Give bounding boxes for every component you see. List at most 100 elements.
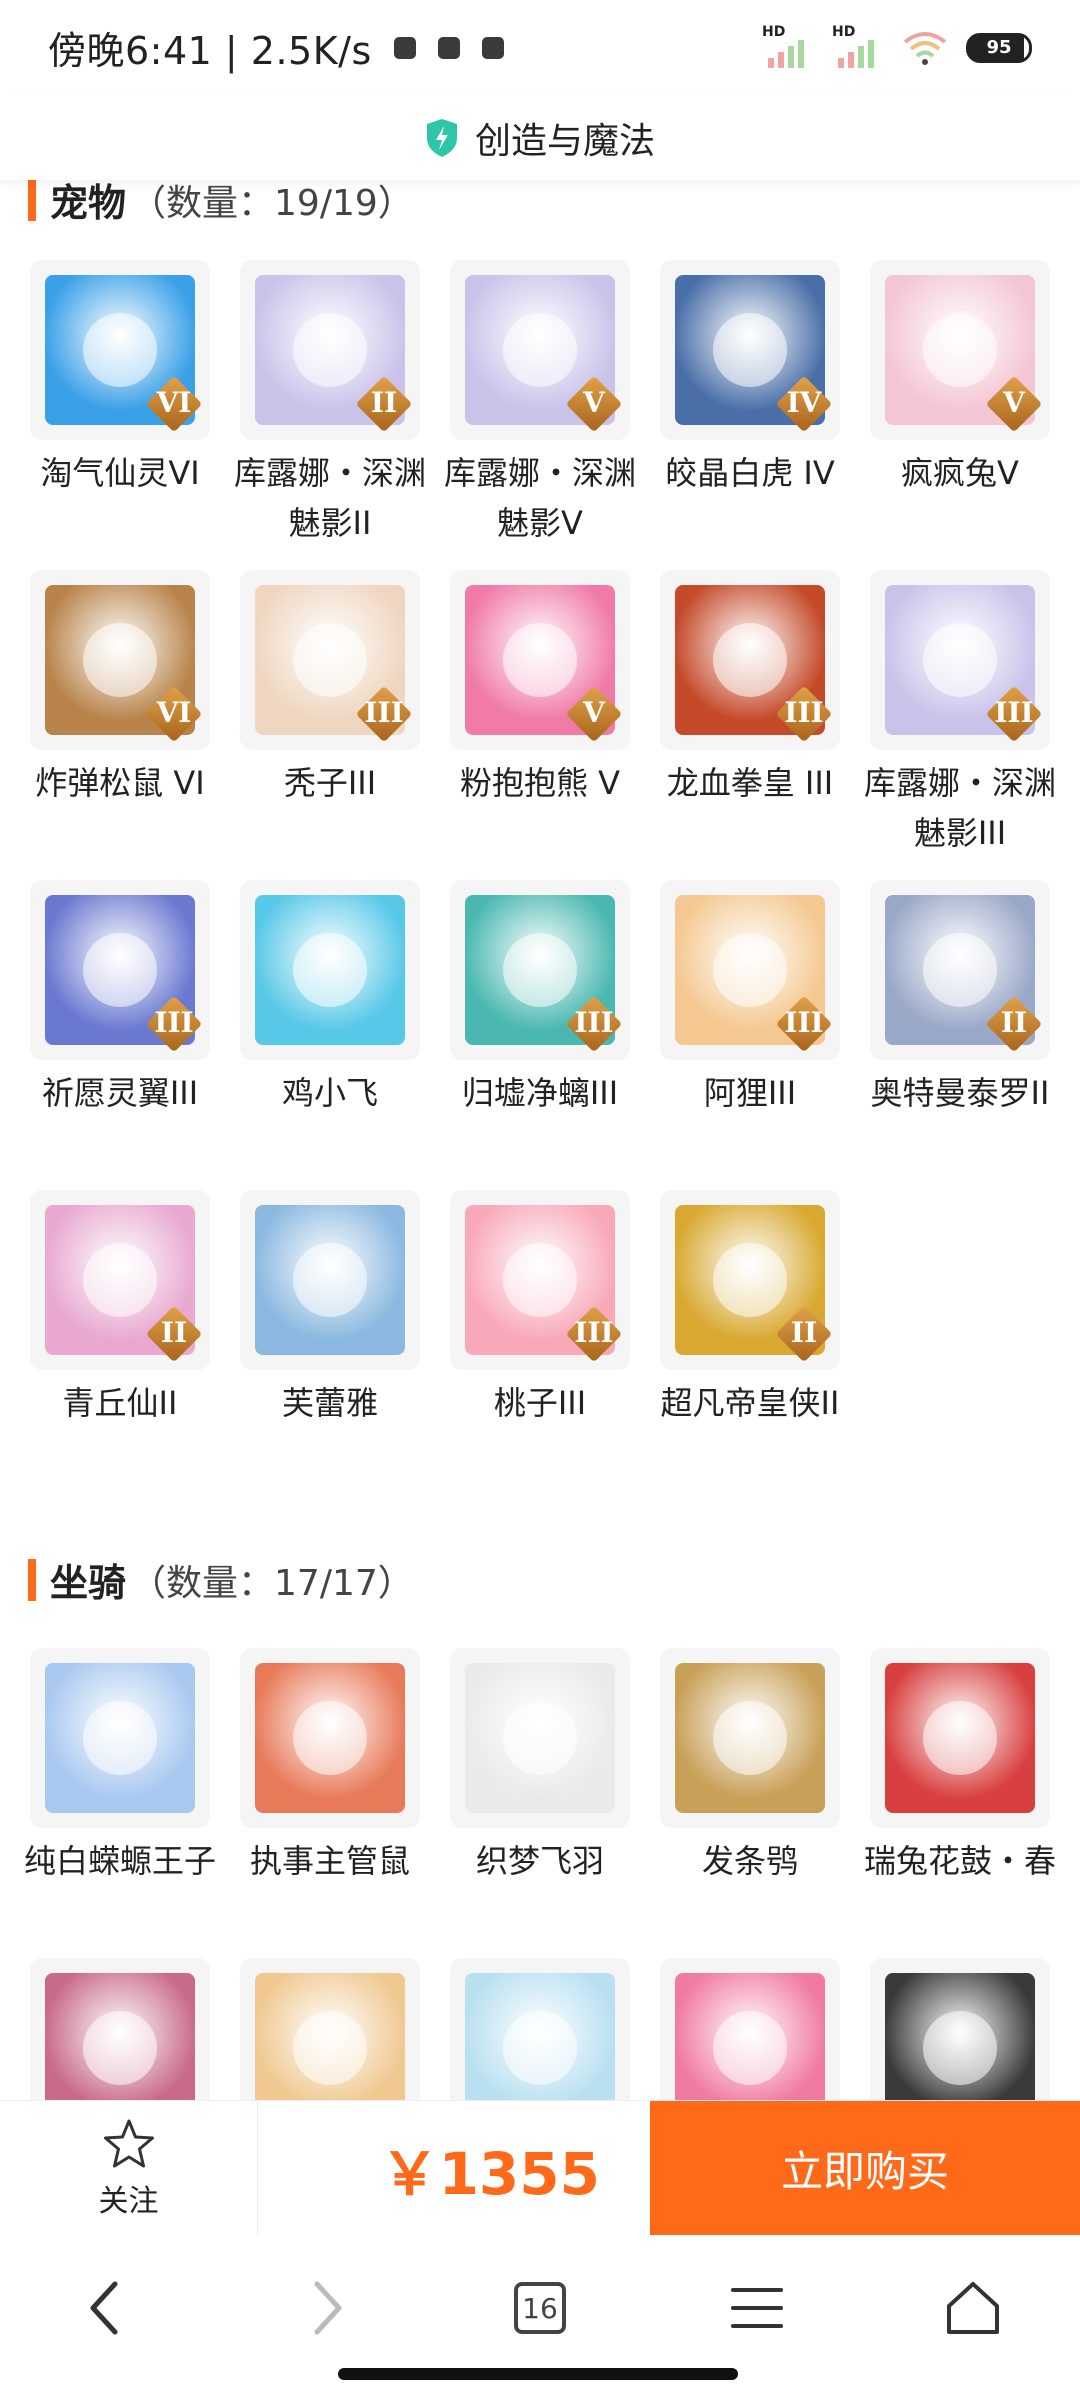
grid-item[interactable]: III 祈愿灵翼III [24,880,216,1118]
grid-item[interactable]: II 超凡帝皇侠II [654,1190,846,1428]
menu-button[interactable] [712,2263,802,2353]
back-button[interactable] [60,2263,150,2353]
grid-item[interactable]: V 库露娜・深渊魅影V [444,260,636,548]
grid-item[interactable]: III 归墟净螭III [444,880,636,1118]
forward-button[interactable] [282,2263,372,2353]
buy-now-button[interactable]: 立即购买 [650,2101,1080,2236]
grid-item[interactable]: 鸡小飞 [234,880,426,1118]
grid-item[interactable]: V 疯疯兔V [864,260,1056,498]
item-label: 归墟净螭III [461,1074,619,1112]
grid-item[interactable]: II 青丘仙II [24,1190,216,1428]
wifi-icon [903,31,947,65]
grid-item[interactable] [234,1958,426,2100]
tier-numeral: III [784,1006,824,1039]
status-bar: 傍晚6:41 | 2.5K/s HD HD 95 [0,0,1080,95]
grid-item[interactable]: 发条鸮 [654,1648,846,1886]
follow-button[interactable]: 关注 [0,2101,258,2236]
grid-item[interactable] [444,1958,636,2100]
grid-item[interactable]: VI 淘气仙灵VI [24,260,216,498]
tier-numeral: III [574,1316,614,1349]
item-label: 秃子III [283,764,377,802]
grid-item[interactable]: VI 炸弹松鼠 VI [24,570,216,808]
item-label: 库露娜・深渊魅影II [234,454,427,542]
star-icon [103,2119,154,2167]
grid-item[interactable]: 纯白蝾螈王子 [24,1648,216,1886]
grid-item[interactable] [24,1958,216,2100]
tier-badge: III [775,995,833,1053]
item-thumbnail [240,1648,420,1828]
item-thumbnail [30,1648,210,1828]
app-notification-icon [437,36,460,59]
item-label: 库露娜・深渊魅影V [444,454,637,542]
tier-numeral: II [370,386,398,419]
grid-item[interactable]: III 阿狸III [654,880,846,1118]
grid-item[interactable]: V 粉抱抱熊 V [444,570,636,808]
grid-item[interactable]: 执事主管鼠 [234,1648,426,1886]
tabs-button[interactable]: 16 [495,2263,585,2353]
tier-numeral: IV [786,386,822,419]
tier-numeral: III [154,1006,194,1039]
item-label: 奥特曼泰罗II [870,1074,1050,1112]
app-notification-icon [393,36,416,59]
forward-arrow-icon [314,2281,342,2335]
hd-label: HD [832,23,856,40]
grid-item[interactable]: III 龙血拳皇 III [654,570,846,808]
item-thumbnail [660,1958,840,2100]
tier-badge: V [565,375,623,433]
item-thumbnail [30,1958,210,2100]
item-thumbnail [240,1190,420,1370]
pets-section-count: （数量：19/19） [130,182,414,224]
tier-numeral: V [583,696,605,729]
item-thumbnail [240,1958,420,2100]
item-label: 芙蕾雅 [281,1384,378,1422]
item-thumbnail: III [660,880,840,1060]
grid-item[interactable]: 瑞兔花鼓・春 [864,1648,1056,1886]
home-button[interactable] [928,2263,1018,2353]
tier-badge: III [565,995,623,1053]
grid-item[interactable]: II 库露娜・深渊魅影II [234,260,426,548]
grid-item[interactable]: III 秃子III [234,570,426,808]
tier-numeral: VI [156,696,192,729]
item-thumbnail: VI [30,570,210,750]
item-artwork [465,1973,615,2100]
pets-section-title: 宠物 [50,181,127,225]
item-label: 淘气仙灵VI [40,454,200,492]
grid-item[interactable]: III 桃子III [444,1190,636,1428]
tier-numeral: III [784,696,824,729]
grid-item[interactable] [654,1958,846,2100]
item-artwork [255,1663,405,1813]
tier-badge: II [355,375,413,433]
grid-item[interactable]: IV 皎晶白虎 IV [654,260,846,498]
tier-badge: II [985,995,1043,1053]
tier-badge: III [145,995,203,1053]
section-accent-bar [28,178,36,221]
item-label: 超凡帝皇侠II [660,1384,840,1422]
tier-numeral: III [994,696,1034,729]
tier-badge: VI [145,375,203,433]
item-artwork [255,895,405,1045]
account-content[interactable]: 宠物 （数量：19/19） VI 淘气仙灵VI II 库露娜・深渊魅影II V 库露娜・深… [0,160,1080,2100]
grid-item[interactable]: 织梦飞羽 [444,1648,636,1886]
grid-item[interactable]: II 奥特曼泰罗II [864,880,1056,1118]
item-thumbnail: II [240,260,420,440]
grid-item[interactable]: III 库露娜・深渊魅影III [864,570,1056,858]
item-thumbnail: II [870,880,1050,1060]
item-thumbnail: VI [30,260,210,440]
item-thumbnail: II [30,1190,210,1370]
tier-badge: III [985,685,1043,743]
tier-badge: III [355,685,413,743]
tier-numeral: VI [156,386,192,419]
item-artwork [255,1205,405,1355]
mounts-section-title: 坐骑 [50,1561,127,1605]
item-label: 疯疯兔V [901,454,1019,492]
price-value: ￥1355 [380,2139,600,2208]
menu-icon [731,2288,783,2328]
item-thumbnail: III [450,880,630,1060]
grid-item[interactable]: 芙蕾雅 [234,1190,426,1428]
item-label: 发条鸮 [701,1842,798,1880]
page-title: 创造与魔法 [474,120,655,162]
page-title-bar: 创造与魔法 [0,95,1080,180]
item-label: 粉抱抱熊 V [459,764,621,802]
grid-item[interactable] [864,1958,1056,2100]
item-artwork [885,1663,1035,1813]
